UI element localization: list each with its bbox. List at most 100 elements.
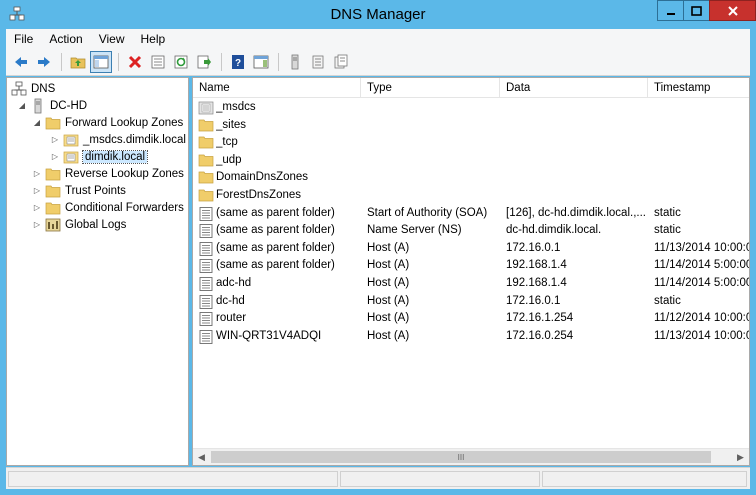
cell-type: Host (A)	[367, 277, 410, 289]
cell-timestamp: 11/14/2014 5:00:00 A	[654, 259, 750, 272]
status-section-2	[340, 471, 540, 487]
scrollbar-thumb[interactable]: III	[211, 451, 711, 463]
dns-manager-window: DNS Manager File Action View Help ? DNS …	[0, 0, 756, 495]
cell-name: WIN-QRT31V4ADQI	[216, 329, 322, 342]
action-pane-icon	[253, 55, 269, 69]
cell-timestamp: static	[654, 206, 681, 219]
column-header-timestamp[interactable]: Timestamp	[648, 78, 749, 98]
server-icon	[30, 98, 46, 114]
scroll-left-icon[interactable]: ◀	[193, 449, 210, 465]
zone-list-button[interactable]	[307, 51, 329, 73]
menu-view[interactable]: View	[91, 32, 133, 46]
list-row[interactable]: _udp	[193, 152, 749, 170]
cell-type: Host (A)	[367, 312, 410, 325]
list-row[interactable]: DomainDnsZones	[193, 169, 749, 187]
collapsed-arrow-icon[interactable]: ▷	[50, 152, 60, 162]
tree-item-conditional-forwarders[interactable]: ▷ Conditional Forwarders	[32, 199, 184, 216]
status-section-1	[8, 471, 338, 487]
close-button[interactable]	[709, 0, 756, 21]
expanded-arrow-icon[interactable]: ◢	[32, 118, 42, 128]
refresh-icon	[174, 55, 188, 69]
tree-item-reverse-lookup-zones[interactable]: ▷ Reverse Lookup Zones	[32, 165, 184, 182]
help-icon: ?	[232, 55, 244, 69]
collapsed-arrow-icon[interactable]: ▷	[32, 169, 42, 179]
record-icon	[198, 294, 214, 310]
help-button[interactable]: ?	[227, 51, 249, 73]
list-row[interactable]: dc-hd Host (A) 172.16.0.1 static	[193, 293, 749, 311]
maximize-icon	[691, 5, 702, 16]
back-button[interactable]	[10, 51, 32, 73]
close-icon	[727, 5, 738, 16]
up-one-level-button[interactable]	[67, 51, 89, 73]
list-row[interactable]: (same as parent folder) Host (A) 172.16.0.…	[193, 240, 749, 258]
record-button[interactable]	[330, 51, 352, 73]
tree-item-trust-points[interactable]: ▷ Trust Points	[32, 182, 126, 199]
minimize-icon	[666, 12, 675, 15]
cell-data: dc-hd.dimdik.local.	[506, 224, 602, 237]
cell-data: 172.16.0.254	[506, 329, 574, 342]
cell-type	[367, 134, 498, 152]
cell-timestamp: static	[654, 294, 681, 307]
refresh-button[interactable]	[170, 51, 192, 73]
tree-label: dimdik.local	[81, 149, 149, 164]
tree-item-dimdik-local[interactable]: ▷ dimdik.local	[50, 148, 149, 165]
collapsed-arrow-icon[interactable]: ▷	[32, 186, 42, 196]
list-row[interactable]: _tcp	[193, 134, 749, 152]
toolbar-separator	[221, 53, 222, 71]
column-header-data[interactable]: Data	[500, 78, 648, 98]
collapsed-arrow-icon[interactable]: ▷	[50, 135, 60, 145]
tree-label: Reverse Lookup Zones	[65, 167, 184, 180]
collapsed-arrow-icon[interactable]: ▷	[32, 220, 42, 230]
tree-item-forward-lookup-zones[interactable]: ◢ Forward Lookup Zones	[32, 114, 183, 131]
folder-icon	[198, 188, 214, 204]
list-row[interactable]: (same as parent folder) Start of Authorit…	[193, 205, 749, 223]
list-row[interactable]: (same as parent folder) Name Server (NS) d…	[193, 222, 749, 240]
menu-action[interactable]: Action	[41, 32, 90, 46]
tree-item-dc-hd[interactable]: ◢ DC-HD	[17, 97, 87, 114]
list-row[interactable]: adc-hd Host (A) 192.168.1.4 11/14/2014 5:00…	[193, 275, 749, 293]
list-row[interactable]: _msdcs	[193, 99, 749, 117]
list-row[interactable]: router Host (A) 172.16.1.254 11/12/2014 10:…	[193, 310, 750, 328]
list-row[interactable]: WIN-QRT31V4ADQI Host (A) 172.16.0.254 11/13…	[193, 328, 749, 346]
back-arrow-icon	[15, 57, 27, 67]
menu-help[interactable]: Help	[133, 32, 174, 46]
cell-name: (same as parent folder)	[216, 241, 335, 254]
list-row[interactable]: _sites	[193, 117, 749, 135]
logs-icon	[45, 217, 61, 233]
properties-icon	[151, 55, 165, 69]
show-hide-console-tree-button[interactable]	[90, 51, 112, 73]
cell-name: _msdcs	[216, 101, 256, 113]
expanded-arrow-icon[interactable]: ◢	[17, 101, 27, 111]
column-header-name[interactable]: Name	[193, 78, 361, 98]
list-row[interactable]: (same as parent folder) Host (A) 192.168.1…	[193, 257, 750, 275]
menu-file[interactable]: File	[6, 32, 41, 46]
folder-icon	[198, 118, 214, 134]
scroll-right-icon[interactable]: ▶	[732, 449, 749, 465]
column-header-type[interactable]: Type	[361, 78, 500, 98]
tree-item-dns[interactable]: DNS	[11, 80, 55, 97]
up-folder-icon	[70, 57, 86, 69]
window-title: DNS Manager	[330, 6, 426, 23]
status-section-3	[542, 471, 747, 487]
server-button[interactable]	[284, 51, 306, 73]
minimize-button[interactable]	[657, 0, 684, 21]
show-hide-action-pane-button[interactable]	[250, 51, 272, 73]
cell-name: (same as parent folder)	[216, 224, 335, 237]
properties-button[interactable]	[147, 51, 169, 73]
folder-icon	[198, 153, 214, 169]
records-list: Name Type Data Timestamp _msdcs _sites _tc…	[192, 77, 750, 466]
list-row[interactable]: ForestDnsZones	[193, 187, 749, 205]
cell-name: _udp	[216, 153, 242, 166]
delete-button[interactable]	[124, 51, 146, 73]
cell-timestamp: 11/12/2014 10:00:00	[654, 312, 750, 325]
maximize-button[interactable]	[683, 0, 710, 21]
forward-button[interactable]	[33, 51, 55, 73]
tree-item-global-logs[interactable]: ▷ Global Logs	[32, 216, 126, 233]
tree-item-msdcs-zone[interactable]: ▷ _msdcs.dimdik.local	[50, 131, 186, 148]
cell-data	[506, 117, 646, 135]
collapsed-arrow-icon[interactable]: ▷	[32, 203, 42, 213]
horizontal-scrollbar[interactable]: ◀ III ▶	[193, 448, 749, 465]
delete-icon	[128, 55, 142, 69]
cell-name: adc-hd	[216, 277, 252, 289]
export-list-button[interactable]	[193, 51, 215, 73]
